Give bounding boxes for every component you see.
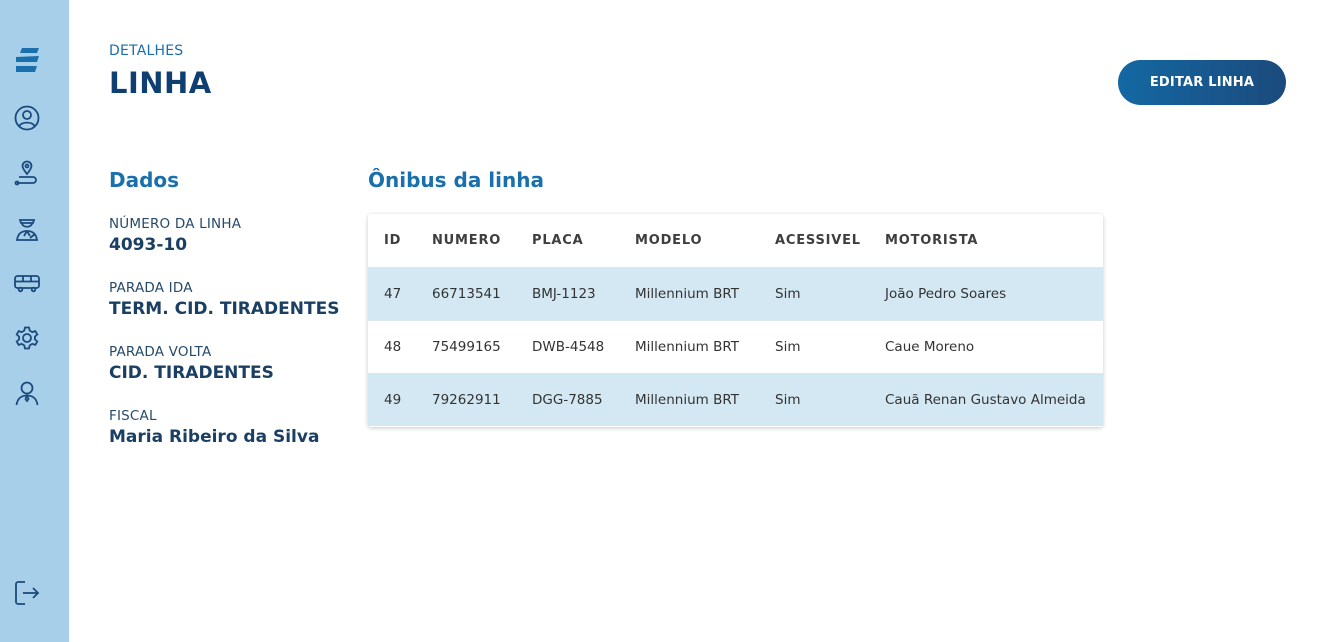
- field-label: PARADA IDA: [109, 280, 193, 296]
- field-value: TERM. CID. TIRADENTES: [109, 299, 340, 319]
- field-label: PARADA VOLTA: [109, 344, 212, 360]
- column-header-acessivel[interactable]: ACESSIVEL: [775, 214, 885, 267]
- dados-section-title: Dados: [109, 168, 180, 192]
- cell-modelo: Millennium BRT: [635, 319, 775, 373]
- edit-line-button[interactable]: EDITAR LINHA: [1118, 60, 1286, 105]
- table-header-row: ID NUMERO PLACA MODELO ACESSIVEL MOTORIS…: [368, 214, 1103, 267]
- field-value: Maria Ribeiro da Silva: [109, 427, 320, 447]
- cell-id: 47: [368, 266, 432, 320]
- cell-motorista: João Pedro Soares: [885, 266, 1103, 320]
- cell-acessivel: Sim: [775, 372, 885, 426]
- cell-modelo: Millennium BRT: [635, 372, 775, 426]
- table-row[interactable]: 48 75499165 DWB-4548 Millennium BRT Sim …: [368, 319, 1103, 373]
- page-title: LINHA: [109, 66, 212, 100]
- route-pin-icon[interactable]: [12, 158, 42, 188]
- field-value: 4093-10: [109, 235, 188, 255]
- cell-id: 49: [368, 372, 432, 426]
- page-subtitle: DETALHES: [109, 43, 184, 59]
- cell-motorista: Caue Moreno: [885, 319, 1103, 373]
- inspector-icon[interactable]: [12, 213, 42, 243]
- person-icon[interactable]: [12, 378, 42, 408]
- buses-table-card: ID NUMERO PLACA MODELO ACESSIVEL MOTORIS…: [368, 214, 1103, 427]
- column-header-motorista[interactable]: MOTORISTA: [885, 214, 1103, 267]
- cell-numero: 66713541: [432, 266, 532, 320]
- sidebar: [0, 0, 69, 642]
- buses-section-title: Ônibus da linha: [368, 168, 544, 192]
- column-header-id[interactable]: ID: [368, 214, 432, 267]
- cell-motorista: Cauã Renan Gustavo Almeida: [885, 372, 1103, 426]
- cell-numero: 75499165: [432, 319, 532, 373]
- field-value: CID. TIRADENTES: [109, 363, 274, 383]
- table-row[interactable]: 49 79262911 DGG-7885 Millennium BRT Sim …: [368, 372, 1103, 426]
- cell-id: 48: [368, 319, 432, 373]
- column-header-modelo[interactable]: MODELO: [635, 214, 775, 267]
- cell-placa: DGG-7885: [532, 372, 635, 426]
- buses-table: ID NUMERO PLACA MODELO ACESSIVEL MOTORIS…: [368, 214, 1103, 426]
- table-row[interactable]: 47 66713541 BMJ-1123 Millennium BRT Sim …: [368, 266, 1103, 320]
- cell-numero: 79262911: [432, 372, 532, 426]
- field-label: NÚMERO DA LINHA: [109, 216, 242, 232]
- cell-acessivel: Sim: [775, 319, 885, 373]
- cell-placa: DWB-4548: [532, 319, 635, 373]
- stop-outbound-field: PARADA IDA TERM. CID. TIRADENTES: [109, 280, 339, 320]
- cell-modelo: Millennium BRT: [635, 266, 775, 320]
- logout-icon[interactable]: [12, 578, 42, 608]
- column-header-numero[interactable]: NUMERO: [432, 214, 532, 267]
- column-header-placa[interactable]: PLACA: [532, 214, 635, 267]
- stop-return-field: PARADA VOLTA CID. TIRADENTES: [109, 344, 274, 384]
- user-circle-icon[interactable]: [12, 103, 42, 133]
- inspector-field: FISCAL Maria Ribeiro da Silva: [109, 408, 319, 448]
- gear-icon[interactable]: [12, 323, 42, 353]
- line-number-field: NÚMERO DA LINHA 4093-10: [109, 216, 241, 256]
- cell-acessivel: Sim: [775, 266, 885, 320]
- bus-icon[interactable]: [12, 268, 42, 298]
- logo-icon[interactable]: [12, 45, 42, 75]
- cell-placa: BMJ-1123: [532, 266, 635, 320]
- field-label: FISCAL: [109, 408, 157, 424]
